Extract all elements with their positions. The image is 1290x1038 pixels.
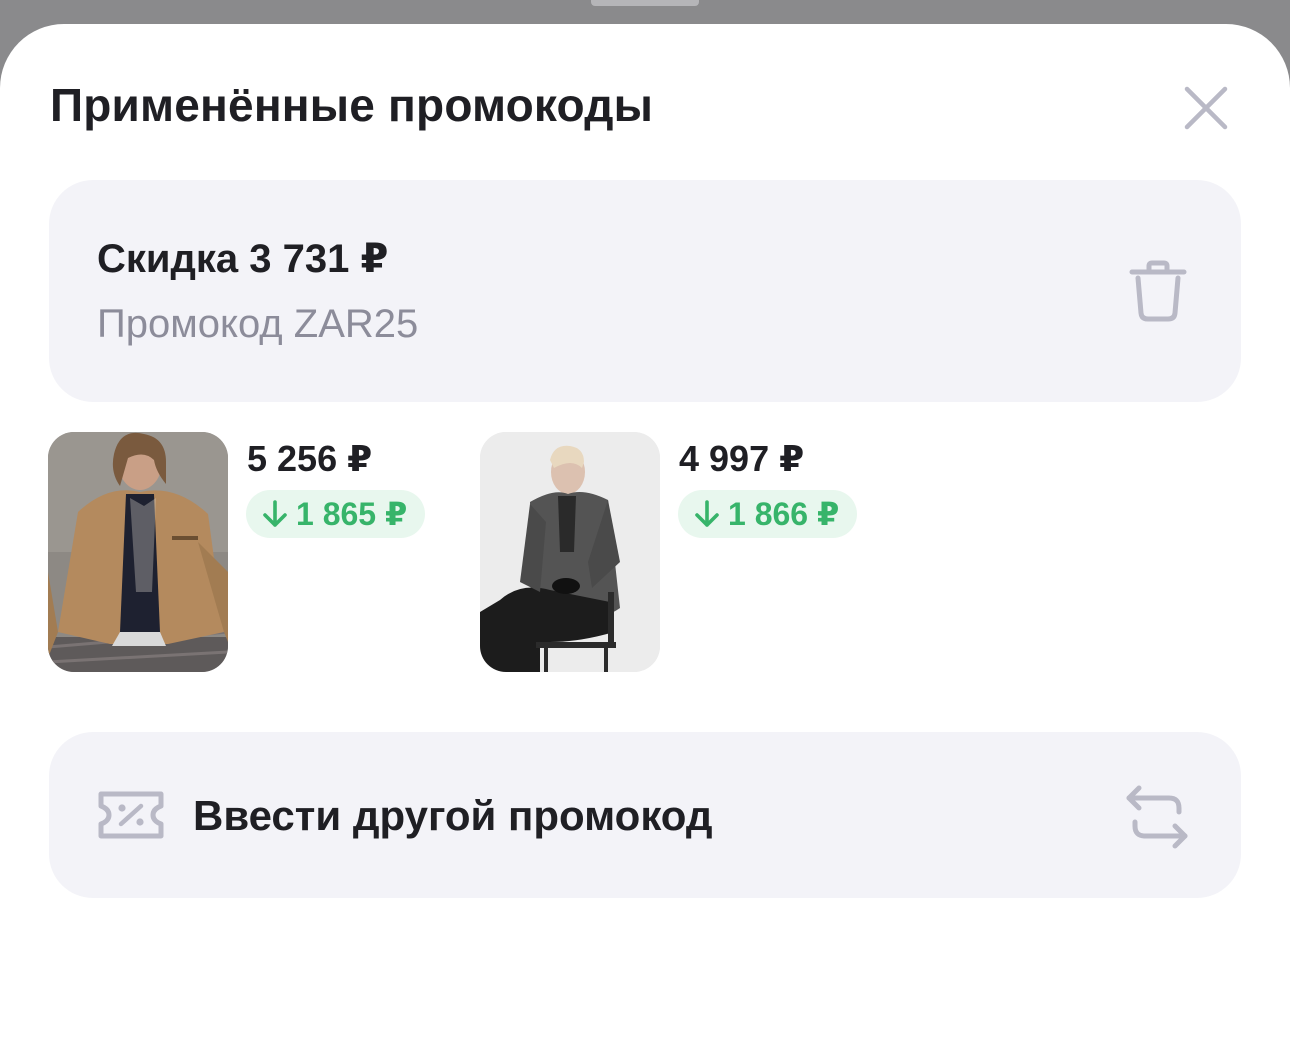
product-item[interactable]: 5 256 ₽ 1 865 ₽: [48, 432, 448, 672]
close-icon: [1184, 86, 1228, 130]
trash-icon: [1129, 260, 1187, 322]
arrow-down-icon: [263, 500, 287, 527]
bottom-sheet: Применённые промокоды Скидка 3 731 ₽ Про…: [0, 24, 1290, 1038]
product-image[interactable]: [480, 432, 660, 672]
product-item[interactable]: 4 997 ₽ 1 866 ₽: [480, 432, 880, 672]
swap-arrows-icon: [1126, 785, 1188, 849]
product-discount-amount: 1 865 ₽: [296, 496, 408, 532]
promo-code-label: Промокод ZAR25: [97, 302, 419, 346]
sheet-grabber[interactable]: [591, 0, 699, 6]
product-discount-amount: 1 866 ₽: [728, 496, 840, 532]
enter-other-promo-label: Ввести другой промокод: [193, 792, 713, 839]
product-photo-coat: [480, 432, 660, 672]
product-price: 5 256 ₽: [247, 438, 373, 479]
sheet-title: Применённые промокоды: [50, 79, 654, 131]
close-button[interactable]: [1176, 78, 1236, 138]
product-image[interactable]: [48, 432, 228, 672]
promo-discount-amount: Скидка 3 731 ₽: [97, 237, 389, 281]
arrow-down-icon: [695, 500, 719, 527]
enter-other-promo-button[interactable]: Ввести другой промокод: [49, 732, 1241, 898]
ticket-percent-icon: [98, 791, 164, 839]
delete-promo-button[interactable]: [1119, 252, 1197, 330]
product-discount-badge: 1 865 ₽: [246, 490, 426, 538]
product-price: 4 997 ₽: [679, 438, 805, 479]
applied-promo-card: Скидка 3 731 ₽ Промокод ZAR25: [49, 180, 1241, 402]
product-discount-badge: 1 866 ₽: [678, 490, 858, 538]
product-photo-jacket: [48, 432, 228, 672]
